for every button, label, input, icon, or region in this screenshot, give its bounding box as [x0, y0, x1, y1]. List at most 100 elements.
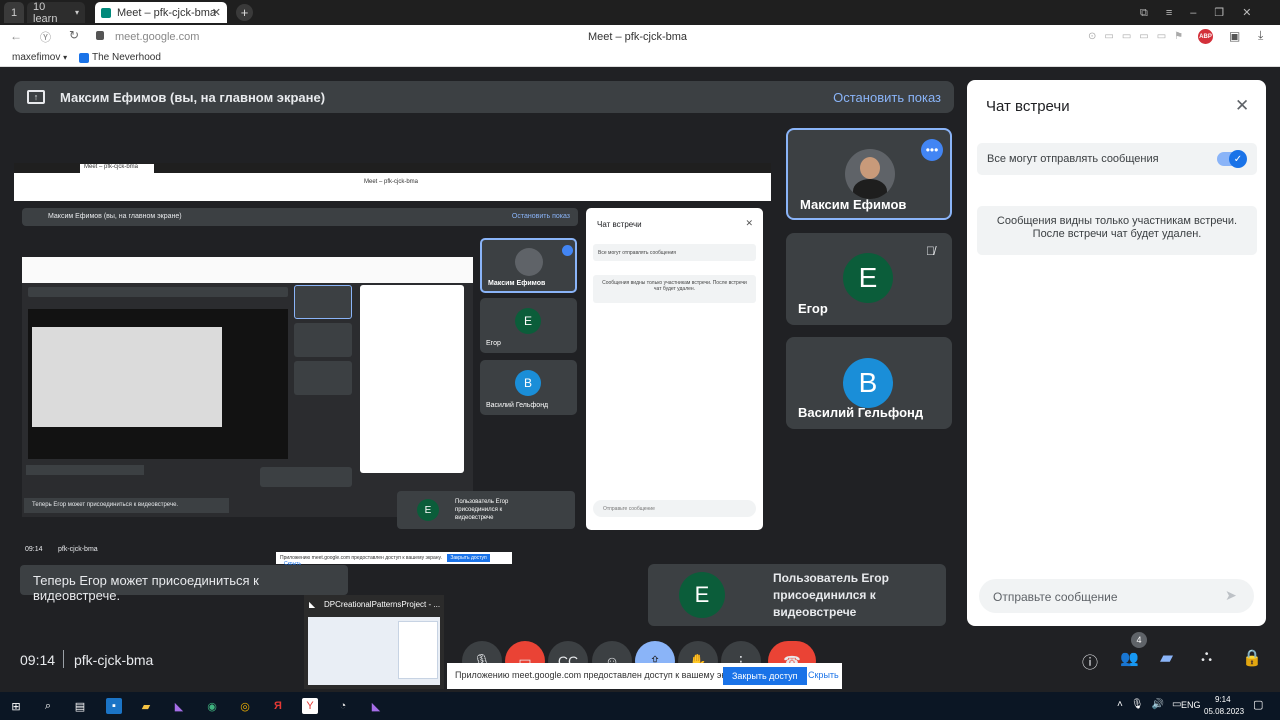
- download-icon[interactable]: ⤓: [1258, 28, 1263, 43]
- browser-tab-bar: 1 10 learn ▾ Meet – pfk-cjck-bma ✕ + ⧉≡–…: [0, 0, 1280, 25]
- bookmark-profile[interactable]: maxefimov ▾: [12, 52, 67, 63]
- chrome-icon[interactable]: ◎: [237, 698, 253, 714]
- inner-tab-bar: Meet – pfk-cjck-bma: [14, 163, 771, 173]
- visual-studio-icon[interactable]: ◣: [171, 698, 187, 714]
- present-screen-icon: ↑: [27, 90, 45, 104]
- avatar-vasily: В: [843, 358, 893, 408]
- toast: Теперь Егор может присоединиться к видео…: [20, 565, 348, 603]
- abp-icon[interactable]: ABP: [1198, 29, 1213, 44]
- tray-icons[interactable]: ˄🎙🔊▭: [1117, 699, 1189, 710]
- inner-joined-avatar: Е: [417, 499, 439, 521]
- explorer-icon[interactable]: ▰: [138, 698, 154, 714]
- share-notice-bar: Приложению meet.google.com предоставлен …: [447, 663, 842, 689]
- joined-notification: Е Пользователь Егор присоединился к виде…: [648, 564, 946, 626]
- mic-off-icon: 🎙̸: [926, 244, 935, 258]
- nested-chat: [360, 285, 464, 473]
- neverhood-favicon-icon: [79, 53, 89, 63]
- abp-label: ABP: [1199, 33, 1212, 40]
- tile-name-vasily: Василий Гельфонд: [798, 405, 924, 420]
- notifications-icon[interactable]: ▢: [1253, 698, 1263, 711]
- chevron-down-icon: ▾: [74, 8, 79, 17]
- task-view-icon[interactable]: ▤: [72, 698, 88, 714]
- activities-icon[interactable]: ⛬: [1201, 648, 1212, 666]
- check-icon: ✓: [1229, 150, 1247, 168]
- nested-browser-chrome: [22, 257, 473, 283]
- inner-stop-button: Остановить показ: [511, 213, 570, 220]
- tile-name-self: Максим Ефимов: [800, 197, 907, 212]
- chevron-down-icon: ▾: [63, 53, 68, 62]
- divider: [63, 650, 64, 668]
- lock-icon: [96, 31, 104, 40]
- tab-meet[interactable]: Meet – pfk-cjck-bma ✕: [95, 2, 227, 23]
- tab-counter[interactable]: 1: [4, 2, 24, 23]
- meet-app: ↑ Максим Ефимов (вы, на главном экране) …: [0, 67, 1280, 692]
- tray-date[interactable]: 05.08.2023: [1204, 707, 1244, 716]
- visual-studio-active-icon[interactable]: ◣: [368, 698, 384, 714]
- chat-permission-toggle[interactable]: ✓: [1217, 150, 1247, 168]
- inner-address-bar: Meet – pfk-cjck-bma: [14, 173, 771, 201]
- participant-tile-egor[interactable]: Е Егор 🎙̸: [786, 233, 952, 325]
- bookmark-profile-label: maxefimov: [12, 52, 61, 63]
- tab-learn[interactable]: 10 learn ▾: [27, 1, 85, 25]
- bookmark-window-icon[interactable]: ⧉: [1140, 7, 1166, 19]
- hide-button[interactable]: Скрыть: [808, 670, 839, 680]
- avatar-vasily-initial: В: [858, 367, 878, 398]
- language-indicator[interactable]: ENG: [1181, 700, 1201, 710]
- collections-icon[interactable]: ▣: [1229, 29, 1240, 43]
- joined-text: Пользователь Егор присоединился к видеов…: [773, 571, 889, 619]
- inner-toast: Теперь Егор может присоединиться к видео…: [24, 498, 229, 513]
- meeting-code: pfk-cjck-bma: [74, 652, 154, 668]
- app-icon[interactable]: ◉: [204, 698, 220, 714]
- participant-tile-vasily[interactable]: В Василий Гельфонд: [786, 337, 952, 429]
- chat-panel: Чат встречи ✕ Все могут отправлять сообщ…: [967, 80, 1266, 626]
- tab-meet-label: Meet – pfk-cjck-bma: [117, 6, 217, 19]
- inner-page-title: Meet – pfk-cjck-bma: [364, 179, 419, 185]
- yandex-icon[interactable]: Ⓨ: [40, 29, 51, 45]
- tray-time[interactable]: 9:14: [1215, 695, 1231, 704]
- participant-tile-self[interactable]: Максим Ефимов •••: [786, 128, 952, 220]
- host-controls-icon[interactable]: 🔒: [1242, 648, 1262, 668]
- stop-presenting-button[interactable]: Остановить показ: [833, 90, 941, 105]
- inner-tile-self: Максим Ефимов: [480, 238, 577, 293]
- inner-avatar-vasily: В: [515, 370, 541, 396]
- inner-tile-name-vasily: Василий Гельфонд: [486, 402, 549, 409]
- bookmarks-bar: maxefimov ▾ The Neverhood: [0, 49, 1280, 67]
- chat-input[interactable]: Отправьте сообщение ➤: [979, 579, 1254, 613]
- yandex-browser-icon[interactable]: Я: [270, 698, 286, 714]
- close-icon[interactable]: ✕: [1235, 96, 1249, 116]
- people-icon[interactable]: 👥: [1120, 649, 1139, 667]
- restore-icon[interactable]: ❐: [1214, 7, 1242, 19]
- yandex-active-icon[interactable]: Y: [302, 698, 318, 714]
- windows-start-icon[interactable]: ⊞: [8, 698, 24, 714]
- info-icon[interactable]: ⓘ: [1082, 649, 1098, 673]
- menu-icon[interactable]: ≡: [1166, 7, 1190, 19]
- bookmark-neverhood[interactable]: The Neverhood: [92, 52, 161, 63]
- minimize-icon[interactable]: –: [1190, 7, 1214, 19]
- chat-permission-row: Все могут отправлять сообщения ✓: [977, 143, 1257, 175]
- close-window-icon[interactable]: ✕: [1242, 7, 1269, 19]
- back-icon[interactable]: ←: [10, 29, 22, 43]
- inner-more-icon: [562, 245, 573, 256]
- more-options-icon[interactable]: •••: [921, 139, 943, 161]
- chat-icon[interactable]: ▰: [1160, 648, 1173, 668]
- avatar-self: [845, 149, 895, 199]
- inner-nested-capture: [22, 257, 473, 517]
- close-tab-icon[interactable]: ✕: [212, 6, 221, 19]
- stop-sharing-button[interactable]: Закрыть доступ: [723, 667, 807, 685]
- tab-count: 1: [10, 6, 18, 19]
- store-icon[interactable]: ▪: [106, 698, 122, 714]
- url-field[interactable]: meet.google.com: [115, 31, 199, 43]
- new-tab-icon[interactable]: +: [236, 4, 253, 21]
- inner-avatar-self: [515, 248, 543, 276]
- addressbar-tool-icons[interactable]: ⊙▭▭▭▭⚑: [1088, 31, 1191, 42]
- reload-icon[interactable]: ↻: [69, 28, 79, 42]
- send-icon[interactable]: ➤: [1225, 587, 1237, 604]
- inner-close-icon: ✕: [745, 218, 753, 228]
- address-bar: ← Ⓨ ↻ meet.google.com Meet – pfk-cjck-bm…: [0, 25, 1280, 49]
- inner-chat-toggle: Все могут отправлять сообщения: [593, 244, 756, 261]
- search-icon[interactable]: ⌕: [40, 698, 56, 714]
- nested-tile-vasily: [294, 361, 352, 395]
- window-controls[interactable]: ⧉≡–❐✕: [1140, 6, 1270, 20]
- clock-app-icon[interactable]: ◔: [335, 698, 351, 714]
- nested-screen-white: [32, 327, 222, 427]
